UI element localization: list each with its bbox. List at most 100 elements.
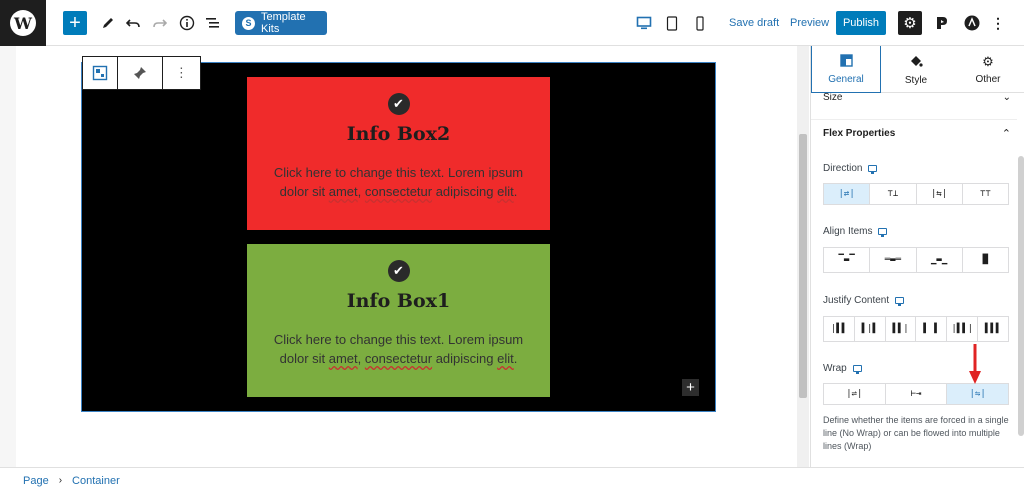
tab-other[interactable]: ⚙ Other bbox=[953, 46, 1023, 93]
annotation-arrow-icon bbox=[969, 344, 981, 384]
info-box-text: Click here to change this text. Lorem ip… bbox=[269, 330, 529, 368]
block-type-button[interactable] bbox=[83, 57, 119, 89]
info-box-title: Info Box1 bbox=[346, 290, 451, 312]
spellcheck-word: elit bbox=[497, 351, 514, 366]
canvas-scrollbar[interactable] bbox=[797, 46, 809, 467]
sidebar-scrollbar[interactable] bbox=[1018, 156, 1024, 436]
align-items-end-option[interactable]: ▁▬▁ bbox=[917, 248, 963, 272]
template-kits-label: Template Kits bbox=[261, 11, 306, 35]
align-items-center-option[interactable]: ═▬═ bbox=[870, 248, 917, 272]
desktop-icon bbox=[636, 16, 652, 30]
astra-plugin-button[interactable] bbox=[960, 11, 984, 35]
direction-row-reverse-option[interactable]: |⇆| bbox=[917, 184, 963, 204]
settings-sidebar: General Style ⚙ Other Size ⌄ Flex Proper… bbox=[810, 46, 1024, 467]
publish-button[interactable]: Publish bbox=[836, 11, 886, 35]
preview-button[interactable]: Preview bbox=[790, 17, 829, 29]
sidebar-tabs: General Style ⚙ Other bbox=[811, 46, 1024, 93]
breadcrumb-item-page[interactable]: Page bbox=[23, 475, 49, 487]
spellcheck-word: amet bbox=[328, 184, 358, 199]
tab-style[interactable]: Style bbox=[881, 46, 951, 93]
redo-icon bbox=[153, 19, 167, 28]
wrap-label: Wrap bbox=[823, 363, 862, 374]
options-menu-button[interactable]: ⋮ bbox=[986, 11, 1010, 35]
responsive-monitor-icon[interactable] bbox=[878, 228, 888, 237]
responsive-monitor-icon[interactable] bbox=[895, 297, 905, 306]
info-box-text-part: , bbox=[357, 351, 365, 366]
direction-column-reverse-option[interactable]: ⊤⊤ bbox=[963, 184, 1008, 204]
info-box-text-part: . bbox=[513, 351, 518, 366]
info-box-title: Info Box2 bbox=[346, 123, 451, 145]
check-circle-icon: ✔ bbox=[387, 260, 410, 282]
spellcheck-word: consectetur bbox=[364, 351, 433, 366]
wrap-help-text: Define whether the items are forced in a… bbox=[823, 415, 1009, 451]
info-box-text-part: adipiscing bbox=[432, 184, 498, 199]
gear-icon: ⚙ bbox=[982, 54, 994, 69]
tab-general[interactable]: General bbox=[811, 46, 881, 93]
redo-button[interactable] bbox=[148, 11, 172, 35]
details-button[interactable] bbox=[175, 11, 199, 35]
align-items-start-option[interactable]: ▔▬▔ bbox=[824, 248, 871, 272]
justify-space-between-option[interactable]: ▌ ▌ bbox=[916, 317, 948, 341]
plugin-p-button[interactable] bbox=[930, 11, 954, 35]
direction-control: |⇄| ⊤⊥ |⇆| ⊤⊤ bbox=[823, 183, 1009, 205]
info-box-text-part: adipiscing bbox=[432, 351, 498, 366]
wrap-wrap-option[interactable]: ⊢⇥ bbox=[886, 384, 948, 404]
tablet-preview-button[interactable] bbox=[660, 11, 684, 35]
justify-space-around-option[interactable]: |▌▌| bbox=[947, 317, 979, 341]
vertical-ellipsis-icon: ⋮ bbox=[174, 65, 188, 80]
tab-style-label: Style bbox=[904, 74, 928, 86]
info-box-text-part: . bbox=[513, 184, 518, 199]
spellcheck-word: elit bbox=[497, 184, 514, 199]
align-items-stretch-option[interactable]: █ bbox=[963, 248, 1008, 272]
pin-icon bbox=[134, 67, 147, 79]
pin-tool-button[interactable] bbox=[118, 57, 163, 89]
block-toolbar: ⋮ bbox=[82, 56, 201, 90]
wrap-nowrap-option[interactable]: |⇌| bbox=[824, 384, 886, 404]
breadcrumb-item-container[interactable]: Container bbox=[72, 475, 120, 487]
justify-space-evenly-option[interactable]: ▌▌▌ bbox=[978, 317, 1008, 341]
add-block-button[interactable]: + bbox=[63, 11, 87, 35]
justify-content-control: |▌▌ ▌|▌ ▌▌| ▌ ▌ |▌▌| ▌▌▌ bbox=[823, 316, 1009, 342]
justify-center-option[interactable]: ▌|▌ bbox=[855, 317, 886, 341]
canvas-gutter bbox=[0, 46, 16, 467]
wrap-control: |⇌| ⊢⇥ |⇋| bbox=[823, 383, 1009, 405]
undo-button[interactable] bbox=[121, 11, 145, 35]
editor-top-toolbar: W + S Template Kits Save draft Preview P… bbox=[0, 0, 1024, 46]
desktop-preview-button[interactable] bbox=[632, 11, 656, 35]
chevron-down-icon: ⌄ bbox=[1002, 91, 1011, 103]
gear-icon: ⚙ bbox=[903, 15, 917, 32]
layout-icon bbox=[839, 53, 853, 70]
tablet-icon bbox=[666, 15, 678, 31]
info-box-2[interactable]: ✔ Info Box2 Click here to change this te… bbox=[247, 77, 550, 230]
edit-tool-button[interactable] bbox=[96, 11, 120, 35]
info-box-text: Click here to change this text. Lorem ip… bbox=[269, 163, 529, 201]
template-kits-icon: S bbox=[242, 16, 255, 30]
info-icon bbox=[179, 15, 195, 31]
direction-column-option[interactable]: ⊤⊥ bbox=[870, 184, 917, 204]
block-appender-button[interactable]: + bbox=[682, 379, 699, 396]
flex-properties-header[interactable]: Flex Properties ⌃ bbox=[811, 119, 1017, 147]
chevron-right-icon: › bbox=[58, 475, 63, 486]
pencil-icon bbox=[103, 18, 113, 28]
responsive-monitor-icon[interactable] bbox=[852, 365, 862, 374]
wordpress-logo-button[interactable]: W bbox=[0, 0, 46, 46]
block-more-options-button[interactable]: ⋮ bbox=[163, 57, 200, 89]
info-box-1[interactable]: ✔ Info Box1 Click here to change this te… bbox=[247, 244, 550, 397]
template-kits-button[interactable]: S Template Kits bbox=[235, 11, 327, 35]
mobile-preview-button[interactable] bbox=[688, 11, 712, 35]
responsive-monitor-icon[interactable] bbox=[868, 165, 878, 174]
settings-button[interactable]: ⚙ bbox=[898, 11, 922, 35]
list-view-button[interactable] bbox=[201, 11, 225, 35]
astra-icon bbox=[964, 15, 980, 31]
canvas-scrollbar-thumb[interactable] bbox=[799, 134, 807, 398]
direction-row-option[interactable]: |⇄| bbox=[824, 184, 871, 204]
wrap-reverse-option[interactable]: |⇋| bbox=[947, 384, 1009, 404]
justify-end-option[interactable]: ▌▌| bbox=[886, 317, 917, 341]
chevron-up-icon: ⌃ bbox=[1001, 128, 1011, 140]
justify-start-option[interactable]: |▌▌ bbox=[824, 317, 855, 341]
justify-content-label: Justify Content bbox=[823, 295, 905, 306]
save-draft-button[interactable]: Save draft bbox=[729, 17, 779, 29]
align-items-label: Align Items bbox=[823, 226, 888, 237]
paint-bucket-icon bbox=[909, 54, 923, 71]
spellcheck-word: consectetur bbox=[364, 184, 433, 199]
